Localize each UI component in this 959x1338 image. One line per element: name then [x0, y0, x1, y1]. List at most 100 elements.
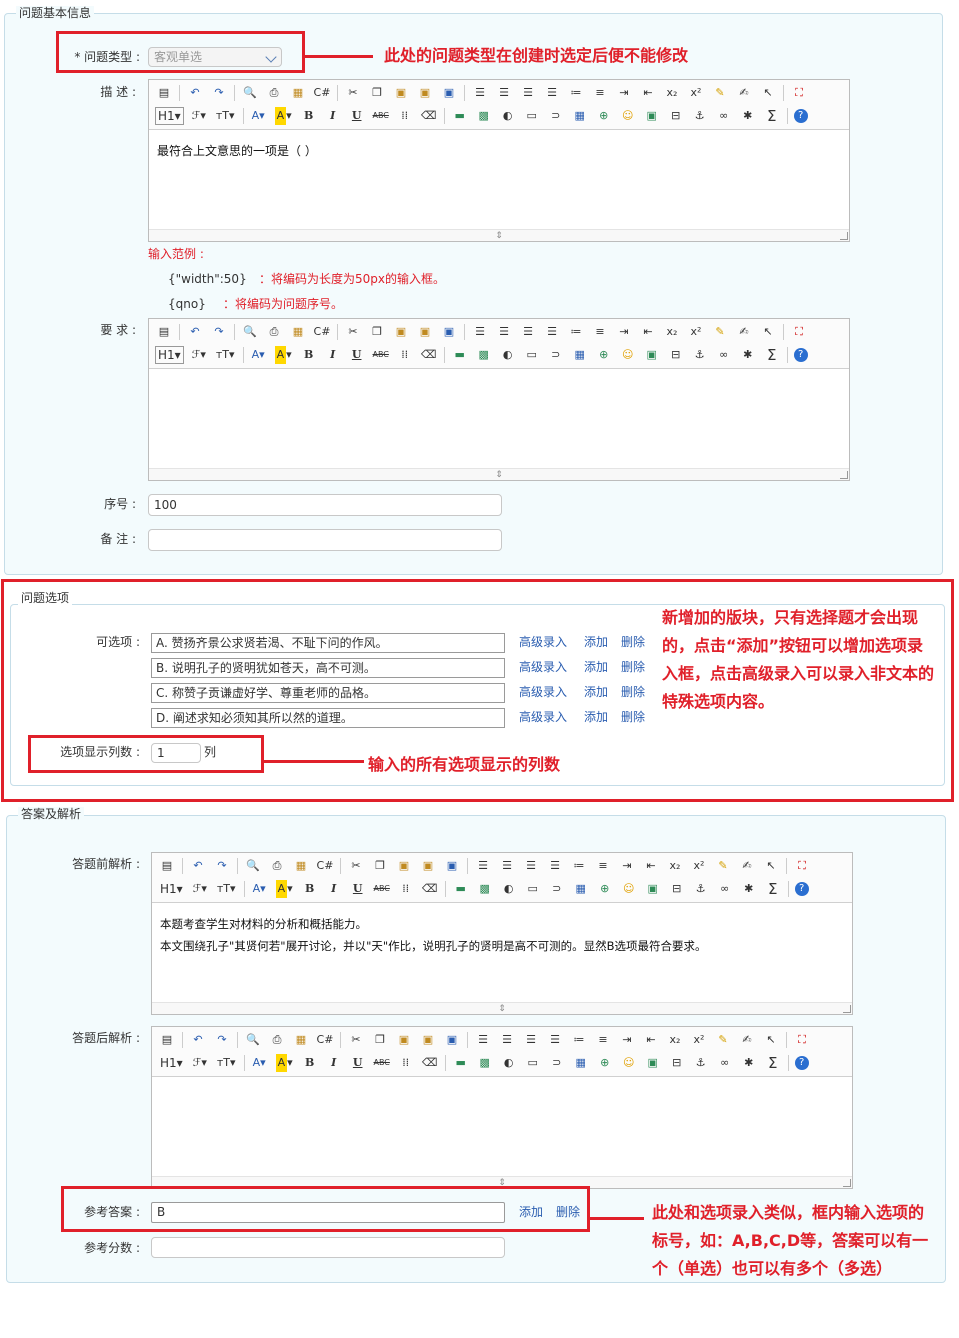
- formula-icon[interactable]: Σ: [763, 346, 781, 364]
- flash-icon[interactable]: ◐: [499, 346, 517, 364]
- formula-icon[interactable]: Σ: [764, 1054, 782, 1072]
- cursor-icon[interactable]: ↖: [759, 323, 777, 341]
- align-center-icon[interactable]: ☰: [495, 84, 513, 102]
- eraser-icon[interactable]: ⌫: [420, 346, 438, 364]
- note-input[interactable]: [148, 529, 502, 551]
- font-color-button[interactable]: A ▾: [251, 880, 268, 898]
- cursor-icon[interactable]: ↖: [762, 857, 780, 875]
- font-size-dropdown[interactable]: тT ▾: [215, 1054, 238, 1072]
- delete-option-link-c[interactable]: 删除: [621, 684, 645, 700]
- multi-image-icon[interactable]: ▩: [475, 107, 493, 125]
- multi-image-icon[interactable]: ▩: [476, 1054, 494, 1072]
- underline-button[interactable]: U: [349, 880, 367, 898]
- link-icon[interactable]: ∞: [715, 107, 733, 125]
- align-center-icon[interactable]: ☰: [498, 857, 516, 875]
- table-icon[interactable]: ▦: [571, 346, 589, 364]
- delete-option-link-b[interactable]: 删除: [621, 659, 645, 675]
- redo-icon[interactable]: ↷: [213, 857, 231, 875]
- cursor-icon[interactable]: ↖: [762, 1031, 780, 1049]
- font-size-dropdown[interactable]: тT ▾: [214, 346, 237, 364]
- link-icon[interactable]: ∞: [716, 880, 734, 898]
- delete-option-link-a[interactable]: 删除: [621, 634, 645, 650]
- option-input-a[interactable]: A. 赞扬齐景公求贤若渴、不耻下问的作风。: [151, 633, 505, 653]
- font-family-dropdown[interactable]: ℱ ▾: [190, 107, 208, 125]
- preview-icon[interactable]: 🔍: [241, 323, 259, 341]
- template-icon[interactable]: ▦: [289, 84, 307, 102]
- add-option-link-c[interactable]: 添加: [584, 684, 608, 700]
- eraser-icon[interactable]: ⌫: [420, 107, 438, 125]
- preview-icon[interactable]: 🔍: [244, 1031, 262, 1049]
- redo-icon[interactable]: ↷: [210, 84, 228, 102]
- option-input-b[interactable]: B. 说明孔子的贤明犹如苍天，高不可测。: [151, 658, 505, 678]
- advanced-input-link-d[interactable]: 高级录入: [519, 709, 567, 725]
- superscript-icon[interactable]: x²: [690, 1031, 708, 1049]
- font-color-button[interactable]: A ▾: [250, 346, 267, 364]
- outdent-icon[interactable]: ⇤: [642, 1031, 660, 1049]
- source-icon[interactable]: ▤: [155, 84, 173, 102]
- help-icon[interactable]: ?: [793, 348, 808, 362]
- paste-icon[interactable]: ▣: [392, 84, 410, 102]
- preview-icon[interactable]: 🔍: [244, 857, 262, 875]
- align-right-icon[interactable]: ☰: [522, 1031, 540, 1049]
- heading-dropdown[interactable]: H1 ▾: [158, 880, 185, 898]
- sequence-input[interactable]: 100: [148, 494, 502, 516]
- flash-icon[interactable]: ◐: [500, 880, 518, 898]
- align-justify-icon[interactable]: ☰: [543, 84, 561, 102]
- print-icon[interactable]: ⎙: [268, 1031, 286, 1049]
- heading-dropdown[interactable]: H1 ▾: [155, 346, 184, 364]
- align-justify-icon[interactable]: ☰: [546, 1031, 564, 1049]
- underline-button[interactable]: U: [348, 346, 366, 364]
- paste-text-icon[interactable]: ▣: [416, 323, 434, 341]
- link-icon[interactable]: ∞: [716, 1054, 734, 1072]
- ordered-list-icon[interactable]: ≔: [570, 1031, 588, 1049]
- align-center-icon[interactable]: ☰: [495, 323, 513, 341]
- unordered-list-icon[interactable]: ≡: [594, 1031, 612, 1049]
- ordered-list-icon[interactable]: ≔: [567, 323, 585, 341]
- copy-icon[interactable]: ❐: [371, 1031, 389, 1049]
- preview-icon[interactable]: 🔍: [241, 84, 259, 102]
- media-icon[interactable]: ▭: [523, 346, 541, 364]
- answer-input[interactable]: B: [151, 1202, 505, 1223]
- paste-icon[interactable]: ▣: [395, 857, 413, 875]
- editor-resize-bar[interactable]: ⇕: [149, 229, 849, 241]
- anchor-icon[interactable]: ⚓: [692, 880, 710, 898]
- italic-button[interactable]: I: [325, 880, 343, 898]
- paste-text-icon[interactable]: ▣: [419, 1031, 437, 1049]
- editor-resize-bar[interactable]: ⇕: [152, 1002, 852, 1014]
- align-left-icon[interactable]: ☰: [474, 1031, 492, 1049]
- underline-button[interactable]: U: [348, 107, 366, 125]
- align-right-icon[interactable]: ☰: [519, 84, 537, 102]
- unlink-icon[interactable]: ✱: [739, 346, 757, 364]
- clear-format-icon[interactable]: ✎: [714, 857, 732, 875]
- table-icon[interactable]: ▦: [572, 1054, 590, 1072]
- copy-icon[interactable]: ❐: [368, 323, 386, 341]
- image-icon[interactable]: ▬: [451, 107, 469, 125]
- hr-icon[interactable]: ⁞⁞: [396, 346, 414, 364]
- bold-button[interactable]: B: [300, 346, 318, 364]
- undo-icon[interactable]: ↶: [186, 84, 204, 102]
- pre-analysis-editor[interactable]: ▤ ↶ ↷ 🔍 ⎙ ▦ C# ✂ ❐ ▣ ▣ ▣ ☰ ☰ ☰ ☰ ≔ ≡ ⇥ ⇤…: [151, 852, 853, 1015]
- align-right-icon[interactable]: ☰: [522, 857, 540, 875]
- hr-icon[interactable]: ⁞⁞: [397, 880, 415, 898]
- hr-icon[interactable]: ⁞⁞: [397, 1054, 415, 1072]
- answer-add-link[interactable]: 添加: [519, 1204, 543, 1220]
- highlight-color-button[interactable]: A ▾: [273, 107, 294, 125]
- font-family-dropdown[interactable]: ℱ ▾: [191, 1054, 209, 1072]
- option-input-d[interactable]: D. 阐述求知必须知其所以然的道理。: [151, 708, 505, 728]
- pagebreak-icon[interactable]: ⊟: [667, 107, 685, 125]
- add-option-link-b[interactable]: 添加: [584, 659, 608, 675]
- paste-word-icon[interactable]: ▣: [443, 857, 461, 875]
- eraser-icon[interactable]: ⌫: [421, 1054, 439, 1072]
- fullscreen-icon[interactable]: ⛶: [793, 857, 811, 875]
- copy-icon[interactable]: ❐: [371, 857, 389, 875]
- outdent-icon[interactable]: ⇤: [639, 323, 657, 341]
- emoticon-icon[interactable]: ☺: [620, 880, 638, 898]
- clear-format-icon[interactable]: ✎: [711, 323, 729, 341]
- pagebreak-icon[interactable]: ⊟: [668, 1054, 686, 1072]
- outdent-icon[interactable]: ⇤: [639, 84, 657, 102]
- bold-button[interactable]: B: [301, 1054, 319, 1072]
- bold-button[interactable]: B: [301, 880, 319, 898]
- resize-corner-icon[interactable]: [840, 232, 848, 240]
- font-size-dropdown[interactable]: тT ▾: [214, 107, 237, 125]
- subscript-icon[interactable]: x₂: [666, 1031, 684, 1049]
